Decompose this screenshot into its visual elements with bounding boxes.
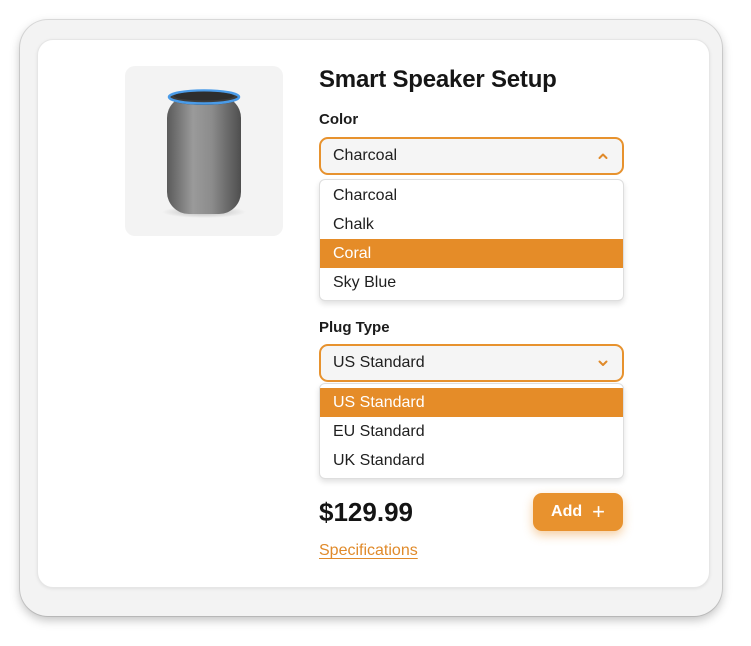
product-price: $129.99 xyxy=(319,497,413,527)
color-option-coral[interactable]: Coral xyxy=(320,239,623,268)
smart-speaker-image xyxy=(162,89,246,218)
plug-option-eu-standard[interactable]: EU Standard xyxy=(320,417,623,446)
color-option-charcoal[interactable]: Charcoal xyxy=(320,181,623,210)
plug-option-us-standard[interactable]: US Standard xyxy=(320,388,623,417)
plug-type-select-value: US Standard xyxy=(333,354,425,371)
plus-icon: + xyxy=(592,499,605,524)
plug-type-select[interactable]: US Standard xyxy=(319,344,624,382)
plug-type-dropdown-menu: US Standard EU Standard UK Standard xyxy=(319,383,624,479)
color-select[interactable]: Charcoal xyxy=(319,137,624,175)
add-button-label: Add xyxy=(551,503,583,520)
chevron-down-icon xyxy=(598,360,608,366)
plug-option-uk-standard[interactable]: UK Standard xyxy=(320,446,623,475)
add-button[interactable]: Add + xyxy=(533,493,623,531)
chevron-up-icon xyxy=(598,153,608,159)
color-option-sky-blue[interactable]: Sky Blue xyxy=(320,268,623,297)
page-title: Smart Speaker Setup xyxy=(319,66,557,93)
plug-type-label: Plug Type xyxy=(319,319,390,336)
color-select-value: Charcoal xyxy=(333,147,398,164)
product-image xyxy=(125,66,283,236)
color-dropdown-menu: Charcoal Chalk Coral Sky Blue xyxy=(319,179,624,301)
specifications-link[interactable]: Specifications xyxy=(319,542,418,560)
color-label: Color xyxy=(319,111,359,128)
color-option-chalk[interactable]: Chalk xyxy=(320,210,623,239)
